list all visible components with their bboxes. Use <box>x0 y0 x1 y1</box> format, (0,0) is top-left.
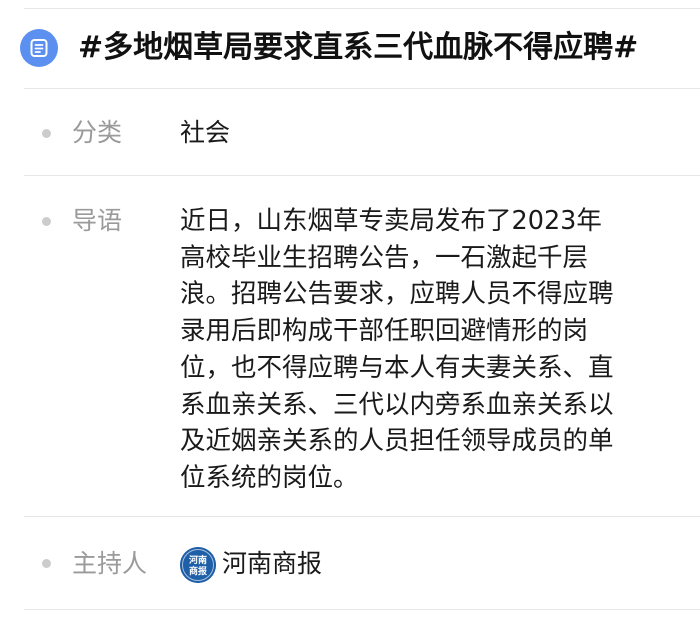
lead-line: 高校毕业生招聘公告，一石激起千层 <box>180 242 589 273</box>
host-logo-icon: 河南 商报 <box>180 547 216 583</box>
topic-header[interactable]: #多地烟草局要求直系三代血脉不得应聘# <box>0 9 700 87</box>
lead-line: 浪。招聘公告要求，应聘人员不得应聘 <box>180 279 614 310</box>
bottom-divider <box>24 609 700 610</box>
lead-line: 近日，山东烟草专卖局发布了2023年 <box>180 206 602 236</box>
lead-row: 导语 近日，山东烟草专卖局发布了2023年 高校毕业生招聘公告，一石激起千层 浪… <box>0 176 700 516</box>
host-name[interactable]: 河南商报 <box>222 547 322 581</box>
lead-text: 近日，山东烟草专卖局发布了2023年 高校毕业生招聘公告，一石激起千层 浪。招聘… <box>180 203 680 497</box>
list-document-icon <box>20 29 58 67</box>
category-value[interactable]: 社会 <box>180 116 230 150</box>
host-row: 主持人 河南 商报 河南商报 <box>0 517 700 609</box>
lead-line: 及近姻亲关系的人员担任领导成员的单 <box>180 426 614 457</box>
lead-label: 导语 <box>72 206 123 235</box>
host-label: 主持人 <box>72 549 148 578</box>
category-label: 分类 <box>72 118 123 147</box>
bullet-dot <box>42 129 51 138</box>
lead-line: 位，也不得应聘与本人有夫妻关系、直 <box>180 352 614 383</box>
topic-title[interactable]: #多地烟草局要求直系三代血脉不得应聘# <box>78 30 638 66</box>
lead-line: 位系统的岗位。 <box>180 462 359 493</box>
svg-text:商报: 商报 <box>189 565 207 577</box>
category-row: 分类 社会 <box>0 89 700 175</box>
bullet-dot <box>42 559 51 568</box>
host-avatar[interactable]: 河南 商报 <box>180 547 216 583</box>
bullet-dot <box>42 217 51 226</box>
svg-text:河南: 河南 <box>189 554 207 566</box>
lead-line: 录用后即构成干部任职回避情形的岗 <box>180 316 589 347</box>
lead-line: 系血亲关系、三代以内旁系血亲关系以 <box>180 389 614 420</box>
